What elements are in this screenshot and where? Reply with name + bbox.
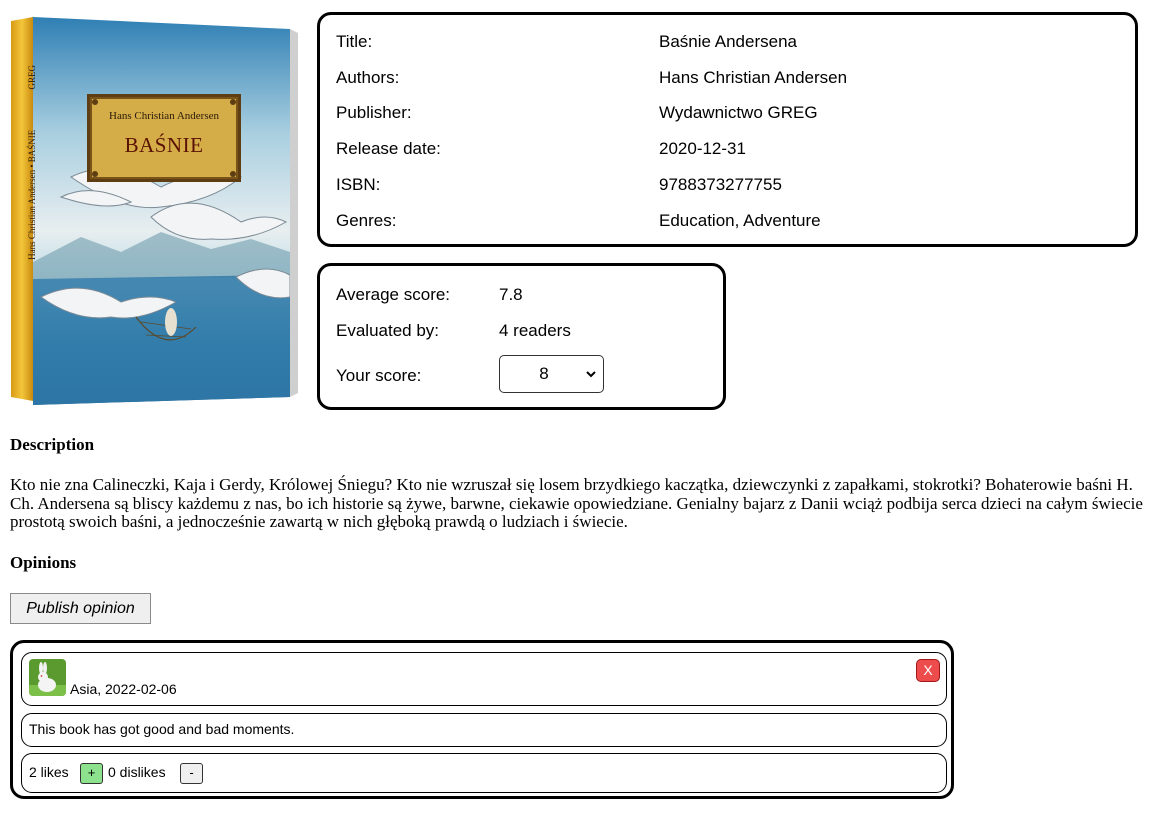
your-score-value: 8 — [539, 364, 549, 383]
genres-value: Education, Adventure — [659, 211, 821, 230]
isbn-label: ISBN: — [336, 175, 381, 194]
opinion-footer: 2 likes + 0 dislikes - — [21, 753, 947, 793]
title-label: Title: — [336, 32, 373, 51]
delete-opinion-button[interactable]: X — [916, 659, 940, 682]
cover-spine-text: Hans Christian Andersen • BAŚNIE — [27, 129, 37, 260]
release-date-label: Release date: — [336, 139, 441, 158]
book-cover: Hans Christian Andersen BAŚNIE Hans Chri… — [11, 17, 298, 405]
publisher-label: Publisher: — [336, 103, 412, 122]
average-score-label: Average score: — [336, 285, 451, 304]
cover-spine-publisher: GREG — [27, 65, 37, 90]
publisher-value: Wydawnictwo GREG — [659, 103, 818, 122]
dislikes-count: 0 dislikes — [108, 764, 166, 780]
your-score-select[interactable]: 8 — [499, 355, 604, 393]
cover-title: BAŚNIE — [124, 133, 204, 157]
rabbit-avatar-image — [29, 659, 66, 696]
avatar — [29, 659, 66, 696]
release-date-value: 2020-12-31 — [659, 139, 746, 158]
isbn-value: 9788373277755 — [659, 175, 782, 194]
publish-opinion-button[interactable]: Publish opinion — [10, 593, 151, 624]
average-score-value: 7.8 — [499, 285, 523, 304]
opinion-text: This book has got good and bad moments. — [29, 721, 295, 737]
genres-label: Genres: — [336, 211, 397, 230]
cover-spine: Hans Christian Andersen • BAŚNIE GREG — [27, 27, 41, 387]
opinion-body: This book has got good and bad moments. — [21, 713, 947, 747]
book-details-panel: Title: Baśnie Andersena Authors: Hans Ch… — [317, 12, 1138, 247]
chevron-down-icon — [586, 371, 596, 378]
book-cover-art — [11, 17, 298, 405]
authors-value: Hans Christian Andersen — [659, 68, 848, 87]
description-heading: Description — [10, 435, 95, 454]
title-value: Baśnie Andersena — [659, 32, 797, 51]
cover-title-panel: Hans Christian Andersen BAŚNIE — [89, 96, 239, 180]
your-score-label: Your score: — [336, 366, 422, 385]
score-panel: Average score: 7.8 Evaluated by: 4 reade… — [317, 263, 726, 410]
like-button[interactable]: + — [80, 763, 103, 784]
dislike-button[interactable]: - — [180, 763, 203, 784]
likes-count: 2 likes — [29, 764, 69, 780]
authors-label: Authors: — [336, 68, 400, 87]
description-text: Kto nie zna Calineczki, Kaja i Gerdy, Kr… — [10, 475, 1143, 531]
opinion-author-date: Asia, 2022-02-06 — [70, 681, 177, 697]
evaluated-by-label: Evaluated by: — [336, 321, 440, 340]
opinion-header: Asia, 2022-02-06 X — [21, 652, 947, 706]
evaluated-by-value: 4 readers — [499, 321, 571, 340]
opinions-heading: Opinions — [10, 553, 77, 572]
cover-author: Hans Christian Andersen — [109, 110, 219, 122]
opinion-card: Asia, 2022-02-06 X This book has got goo… — [10, 640, 954, 799]
